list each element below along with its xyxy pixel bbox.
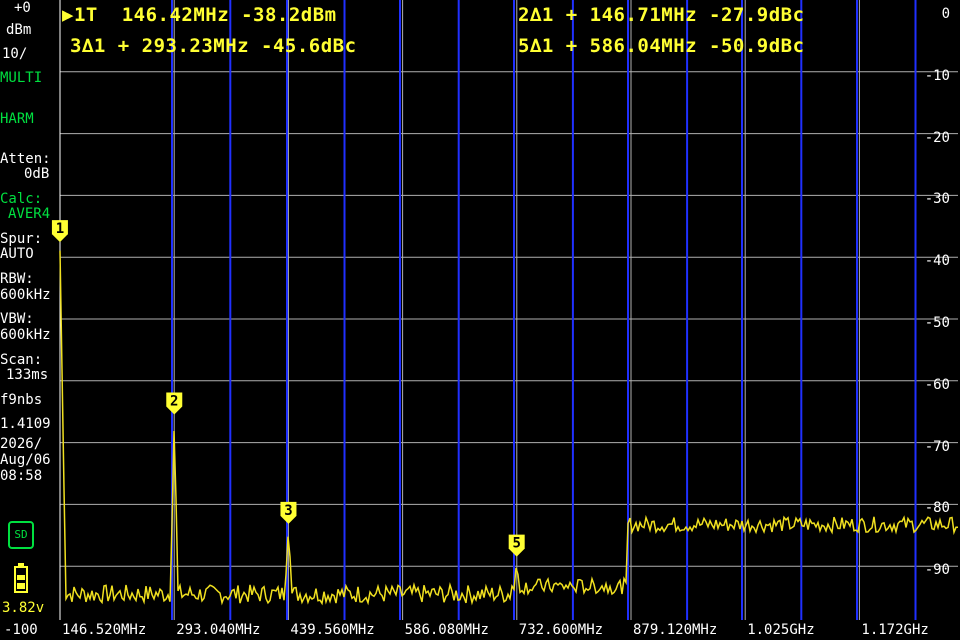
y-tick-label: -90 <box>924 562 950 579</box>
x-tick-label: 146.520MHz <box>62 622 147 638</box>
marker-1-readout: ▶1T 146.42MHz -38.2dBm <box>62 4 337 26</box>
y-tick-label: 0 <box>941 6 950 22</box>
marker-2: 2 <box>166 392 183 415</box>
atten-label: Atten: <box>0 151 51 167</box>
date-day: Aug/06 <box>0 452 51 468</box>
scale-label[interactable]: 10/ <box>2 46 27 62</box>
date-year: 2026/ <box>0 436 43 452</box>
x-tick-label: 439.560MHz <box>290 622 375 638</box>
marker-3-readout: 3∆1 + 293.23MHz -45.6dBc <box>70 35 357 57</box>
bottom-level: -100 <box>4 622 38 638</box>
x-tick-label: 732.600MHz <box>518 622 604 638</box>
marker-number: 3 <box>284 503 292 519</box>
mode-harm[interactable]: HARM <box>0 111 34 127</box>
scan-value[interactable]: 133ms <box>6 367 48 383</box>
y-tick-label: -80 <box>924 500 950 517</box>
spur-label: Spur: <box>0 231 43 247</box>
marker-2-readout: 2∆1 + 146.71MHz -27.9dBc <box>518 4 805 26</box>
unit-label: dBm <box>6 22 32 38</box>
marker-number: 5 <box>512 536 520 552</box>
sd-card-icon[interactable]: SD <box>8 521 34 549</box>
calc-value[interactable]: AVER4 <box>8 206 50 222</box>
spur-value[interactable]: AUTO <box>0 246 34 262</box>
scan-label: Scan: <box>0 352 43 368</box>
calc-label: Calc: <box>0 191 43 207</box>
time: 08:58 <box>0 468 43 484</box>
firmware-label: f9nbs <box>0 392 43 408</box>
mode-multi[interactable]: MULTI <box>0 70 42 86</box>
battery-voltage: 3.82v <box>2 600 45 616</box>
marker-3: 3 <box>280 501 297 524</box>
spectrum-analyzer-screen: { "marker_readouts": [ {"text": "▶1T 146… <box>0 0 960 640</box>
x-tick-label: 879.120MHz <box>633 622 718 638</box>
firmware-version: 1.4109 <box>0 416 51 432</box>
vbw-value[interactable]: 600kHz <box>0 327 51 343</box>
marker-number: 1 <box>56 221 64 237</box>
x-tick-label: 586.080MHz <box>404 622 489 638</box>
marker-1: 1 <box>51 220 68 243</box>
x-tick-label: 1.172GHz <box>861 622 929 638</box>
marker-number: 2 <box>170 393 178 409</box>
y-tick-label: -30 <box>924 191 950 208</box>
x-tick-label: 293.040MHz <box>176 622 261 638</box>
marker-5: 5 <box>508 534 525 557</box>
y-tick-label: -20 <box>924 129 950 146</box>
rbw-value[interactable]: 600kHz <box>0 287 51 303</box>
rbw-label: RBW: <box>0 271 34 287</box>
spectrum-trace <box>59 250 958 606</box>
y-tick-label: -70 <box>924 438 950 455</box>
y-tick-label: -40 <box>924 253 950 270</box>
vbw-label: VBW: <box>0 311 34 327</box>
x-tick-label: 1.025GHz <box>747 622 815 638</box>
y-tick-label: -60 <box>924 376 950 393</box>
y-tick-label: -10 <box>924 67 950 84</box>
marker-5-readout: 5∆1 + 586.04MHz -50.9dBc <box>518 35 805 57</box>
atten-value[interactable]: 0dB <box>24 166 49 182</box>
ref-level[interactable]: +0 <box>14 0 31 16</box>
battery-icon <box>14 563 28 593</box>
spectrum-plot: 1 2 3 5 <box>51 0 958 620</box>
y-tick-label: -50 <box>924 315 950 331</box>
sd-label: SD <box>14 528 28 541</box>
